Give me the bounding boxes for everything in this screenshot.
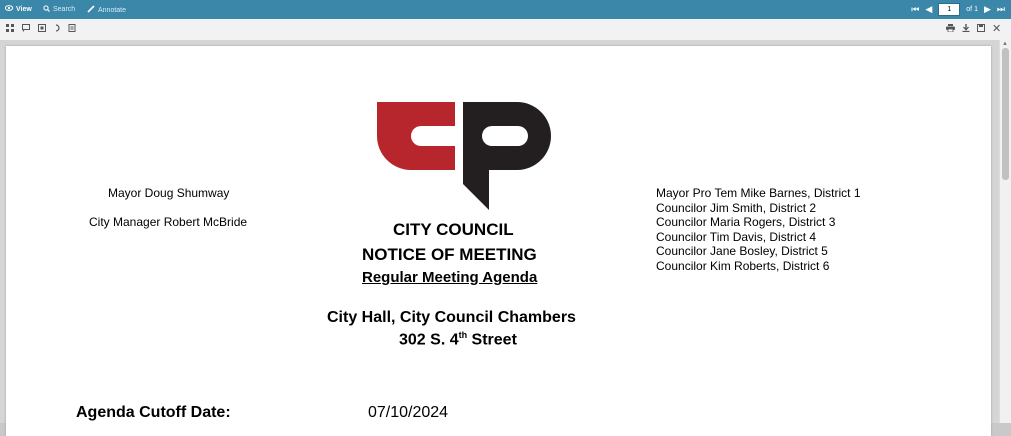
heading-regular-meeting-agenda: Regular Meeting Agenda: [362, 269, 538, 286]
last-page-icon[interactable]: ⏭: [997, 4, 1005, 15]
scroll-up-icon[interactable]: ▲: [1002, 41, 1008, 47]
document-info-icon[interactable]: [68, 24, 76, 34]
scrollbar-thumb[interactable]: [1002, 48, 1009, 180]
search-icon: [43, 5, 50, 14]
fit-page-icon[interactable]: [38, 24, 46, 34]
eye-icon: [4, 5, 14, 13]
viewer-top-bar: View Search Annotate ⏮ ◀ 1 of 1 ▶ ⏭: [0, 0, 1011, 19]
document-viewport: Mayor Doug Shumway City Manager Robert M…: [0, 40, 999, 436]
street-name: Street: [467, 331, 517, 349]
mayor-name: Mayor Doug Shumway: [108, 186, 230, 200]
view-tab-label: View: [16, 5, 32, 13]
council-member: Councilor Jane Bosley, District 5: [656, 244, 828, 258]
council-member: Councilor Jim Smith, District 2: [656, 200, 817, 215]
annotate-tab[interactable]: Annotate: [87, 5, 126, 15]
heading-notice-of-meeting: NOTICE OF MEETING: [362, 245, 537, 264]
city-manager-name: City Manager Robert McBride: [89, 215, 248, 229]
vertical-scrollbar[interactable]: ▲: [999, 40, 1011, 423]
document-page: Mayor Doug Shumway City Manager Robert M…: [6, 46, 991, 436]
next-page-icon[interactable]: ▶: [984, 4, 991, 15]
search-tab-label: Search: [53, 6, 76, 13]
meeting-location: City Hall, City Council Chambers: [327, 309, 576, 326]
city-council-logo: [377, 102, 551, 210]
print-icon[interactable]: [946, 24, 955, 34]
viewer-toolbar: ✕: [0, 19, 1011, 41]
view-tab[interactable]: View: [4, 5, 32, 13]
council-member: Councilor Kim Roberts, District 6: [656, 258, 830, 273]
street-ordinal: th: [458, 330, 468, 340]
download-icon[interactable]: [962, 24, 970, 34]
agenda-cutoff-label: Agenda Cutoff Date:: [76, 404, 231, 421]
previous-page-icon[interactable]: ◀: [925, 4, 932, 15]
pencil-icon: [87, 5, 95, 15]
heading-city-council: CITY COUNCIL: [393, 220, 514, 239]
council-member: Councilor Tim Davis, District 4: [656, 229, 817, 244]
page-count: of 1: [966, 6, 978, 13]
annotate-tab-label: Annotate: [98, 6, 127, 14]
street-number: 302 S. 4: [399, 331, 459, 349]
agenda-cutoff-date: 07/10/2024: [368, 404, 449, 421]
council-member: Mayor Pro Tem Mike Barnes, District 1: [656, 186, 861, 200]
page-number-input[interactable]: 1: [938, 3, 961, 16]
close-icon[interactable]: ✕: [992, 22, 1001, 35]
pager: ⏮ ◀ 1 of 1 ▶ ⏭: [911, 2, 1005, 17]
save-icon[interactable]: [977, 24, 985, 34]
first-page-icon[interactable]: ⏮: [911, 4, 919, 15]
thumbnails-icon[interactable]: [6, 24, 14, 34]
comments-icon[interactable]: [22, 24, 30, 34]
search-tab[interactable]: Search: [43, 5, 75, 14]
council-members-list: Mayor Pro Tem Mike Barnes, District 1 Co…: [656, 186, 861, 273]
council-member: Councilor Maria Rogers, District 3: [656, 215, 836, 229]
rotate-icon[interactable]: [54, 24, 62, 34]
meeting-street-address: 302 S. 4th Street: [399, 330, 517, 349]
